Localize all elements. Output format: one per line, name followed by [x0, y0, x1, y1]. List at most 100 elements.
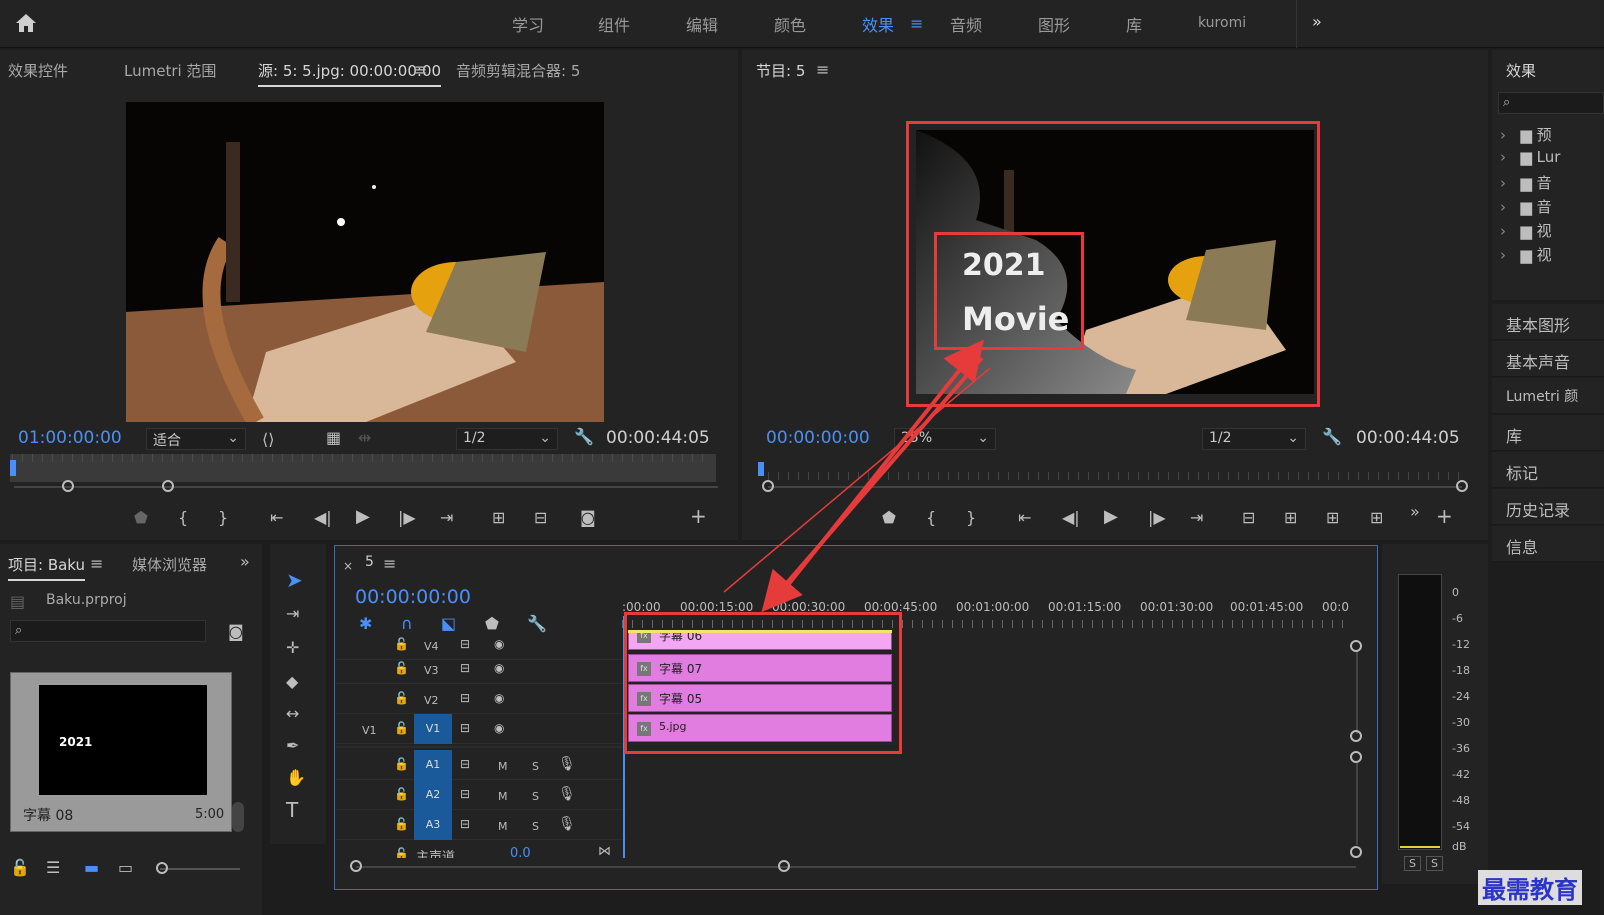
eye-icon[interactable]: ◉	[494, 718, 504, 738]
close-icon[interactable]: ×	[343, 556, 353, 576]
fit-dropdown[interactable]: 适合 ⌄	[146, 428, 246, 450]
new-bin-icon[interactable]: ◙	[228, 622, 244, 642]
camera-icon[interactable]: ◙	[580, 508, 596, 528]
zoom-handle-right[interactable]	[1456, 480, 1468, 492]
lock-icon[interactable]: 🔓	[394, 784, 409, 804]
lock-icon[interactable]: 🔓	[394, 718, 409, 738]
overwrite-icon[interactable]: ⊟	[534, 508, 547, 528]
add-button-icon[interactable]: +	[690, 506, 707, 526]
workspace-tab-learn[interactable]: 学习	[512, 12, 544, 36]
add-marker-icon[interactable]: ⬟	[134, 508, 148, 528]
add-marker-icon[interactable]: ⬟	[882, 508, 896, 528]
effects-title[interactable]: 效果	[1506, 60, 1536, 81]
insert-icon[interactable]: ⊞	[1326, 508, 1339, 528]
mark-in-icon[interactable]: {	[178, 508, 188, 528]
step-forward-icon[interactable]: |▶	[1148, 508, 1166, 528]
sidebar-link-libraries[interactable]: 库	[1492, 415, 1604, 451]
lift-icon[interactable]: ⊟	[1242, 508, 1255, 528]
overwrite-icon[interactable]: ⊞	[1370, 508, 1383, 528]
project-item-card[interactable]: 2021 字幕 08 5:00	[10, 672, 232, 832]
tab-project[interactable]: 项目: Baku	[8, 554, 86, 581]
workspace-tab-color[interactable]: 颜色	[774, 12, 806, 36]
effects-search-input[interactable]: ⌕	[1498, 92, 1604, 114]
drag-audio-icon[interactable]: ⇹	[358, 428, 371, 448]
workspace-tab-kuromi[interactable]: kuromi	[1198, 15, 1246, 31]
lock-icon[interactable]: 🔓	[394, 658, 409, 678]
tab-media-browser[interactable]: 媒体浏览器	[132, 554, 207, 575]
sidebar-link-essential-sound[interactable]: 基本声音	[1492, 341, 1604, 377]
program-resolution-dropdown[interactable]: 1/2 ⌄	[1202, 428, 1306, 450]
sync-lock-icon[interactable]: ⊟	[460, 754, 470, 774]
workspace-tab-editing[interactable]: 编辑	[686, 12, 718, 36]
insert-icon[interactable]: ⊞	[492, 508, 505, 528]
sidebar-link-markers[interactable]: 标记	[1492, 452, 1604, 488]
master-volume[interactable]: 0.0	[510, 846, 531, 858]
track-zoom-bar[interactable]	[1356, 652, 1358, 734]
pen-tool-icon[interactable]: ✒	[286, 736, 299, 756]
project-scrollbar[interactable]	[232, 802, 244, 832]
selection-tool-icon[interactable]: ➤	[286, 570, 303, 590]
workspace-tab-effects[interactable]: 效果	[862, 12, 894, 36]
tab-lumetri-scopes[interactable]: Lumetri 范围	[124, 60, 216, 81]
track-select-tool-icon[interactable]: ⇥	[286, 604, 299, 624]
program-title[interactable]: 节目: 5	[756, 60, 805, 81]
effects-folder-audio-effects[interactable]: › ▆ 音	[1500, 172, 1552, 196]
track-label[interactable]: A2	[414, 780, 452, 810]
source-resolution-dropdown[interactable]: 1/2 ⌄	[456, 428, 558, 450]
step-back-icon[interactable]: ◀|	[1062, 508, 1080, 528]
razor-tool-icon[interactable]: ◆	[286, 672, 298, 692]
safe-margins-icon[interactable]: ⟨⟩	[262, 430, 274, 450]
effects-folder-audio-transitions[interactable]: › ▆ 音	[1500, 196, 1552, 220]
source-zoom-bar[interactable]	[14, 486, 718, 488]
go-to-out-icon[interactable]: ⇥	[1190, 508, 1203, 528]
go-to-in-icon[interactable]: ⇤	[1018, 508, 1031, 528]
microphone-icon[interactable]: 🎙	[558, 754, 576, 774]
sync-lock-icon[interactable]: ⊟	[460, 814, 470, 834]
mark-in-icon[interactable]: {	[926, 508, 936, 528]
slip-tool-icon[interactable]: ↔	[286, 704, 299, 724]
effects-folder-video-effects[interactable]: › ▆ 视	[1500, 220, 1552, 244]
scroll-handle-right[interactable]	[778, 860, 790, 872]
source-playhead[interactable]	[10, 460, 16, 476]
source-timecode[interactable]: 01:00:00:00	[18, 428, 122, 448]
timeline-horizontal-scrollbar[interactable]	[356, 866, 1356, 868]
extract-icon[interactable]: ⊞	[1284, 508, 1297, 528]
lock-icon[interactable]: 🔓	[10, 858, 30, 878]
sequence-tab[interactable]: 5	[365, 554, 374, 570]
zoom-handle-right[interactable]	[162, 480, 174, 492]
hand-tool-icon[interactable]: ✋	[286, 768, 306, 788]
zoom-dropdown[interactable]: 25% ⌄	[894, 428, 996, 450]
zoom-handle-left[interactable]	[762, 480, 774, 492]
sidebar-link-lumetri-color[interactable]: Lumetri 颜	[1492, 378, 1604, 414]
track-header-a2[interactable]: 🔓 A2 ⊟ M S 🎙	[336, 780, 626, 810]
play-icon[interactable]: ▶	[356, 507, 370, 527]
mark-out-icon[interactable]: }	[966, 508, 976, 528]
zoom-slider-track[interactable]	[160, 868, 240, 870]
tab-audio-clip-mixer[interactable]: 音频剪辑混合器: 5	[456, 60, 580, 81]
mark-out-icon[interactable]: }	[218, 508, 228, 528]
timeline-timecode[interactable]: 00:00:00:00	[355, 586, 471, 608]
mute-button[interactable]: M	[498, 760, 508, 773]
track-label[interactable]: A3	[414, 810, 452, 840]
lock-icon[interactable]: 🔓	[394, 814, 409, 834]
program-playhead[interactable]	[758, 462, 764, 476]
sidebar-link-essential-graphics[interactable]: 基本图形	[1492, 304, 1604, 340]
effects-folder-presets[interactable]: › ▆ 预	[1500, 124, 1552, 148]
microphone-icon[interactable]: 🎙	[558, 784, 576, 804]
zoom-handle-left[interactable]	[62, 480, 74, 492]
solo-button[interactable]: S	[532, 790, 539, 803]
mute-button[interactable]: M	[498, 790, 508, 803]
sync-lock-icon[interactable]: ⊟	[460, 718, 470, 738]
go-to-out-icon[interactable]: ⇥	[440, 508, 453, 528]
mute-button[interactable]: M	[498, 820, 508, 833]
solo-button[interactable]: S	[532, 820, 539, 833]
program-zoom-bar[interactable]	[768, 486, 1462, 488]
track-zoom-handle[interactable]	[1350, 846, 1362, 858]
sync-lock-icon[interactable]: ⊟	[460, 658, 470, 678]
eye-icon[interactable]: ◉	[494, 634, 504, 654]
wrench-icon[interactable]: 🔧	[574, 427, 594, 447]
workspace-menu-icon[interactable]: ≡	[910, 14, 923, 34]
eye-icon[interactable]: ◉	[494, 688, 504, 708]
panel-menu-icon[interactable]: ≡	[90, 554, 103, 574]
microphone-icon[interactable]: 🎙	[558, 814, 576, 834]
